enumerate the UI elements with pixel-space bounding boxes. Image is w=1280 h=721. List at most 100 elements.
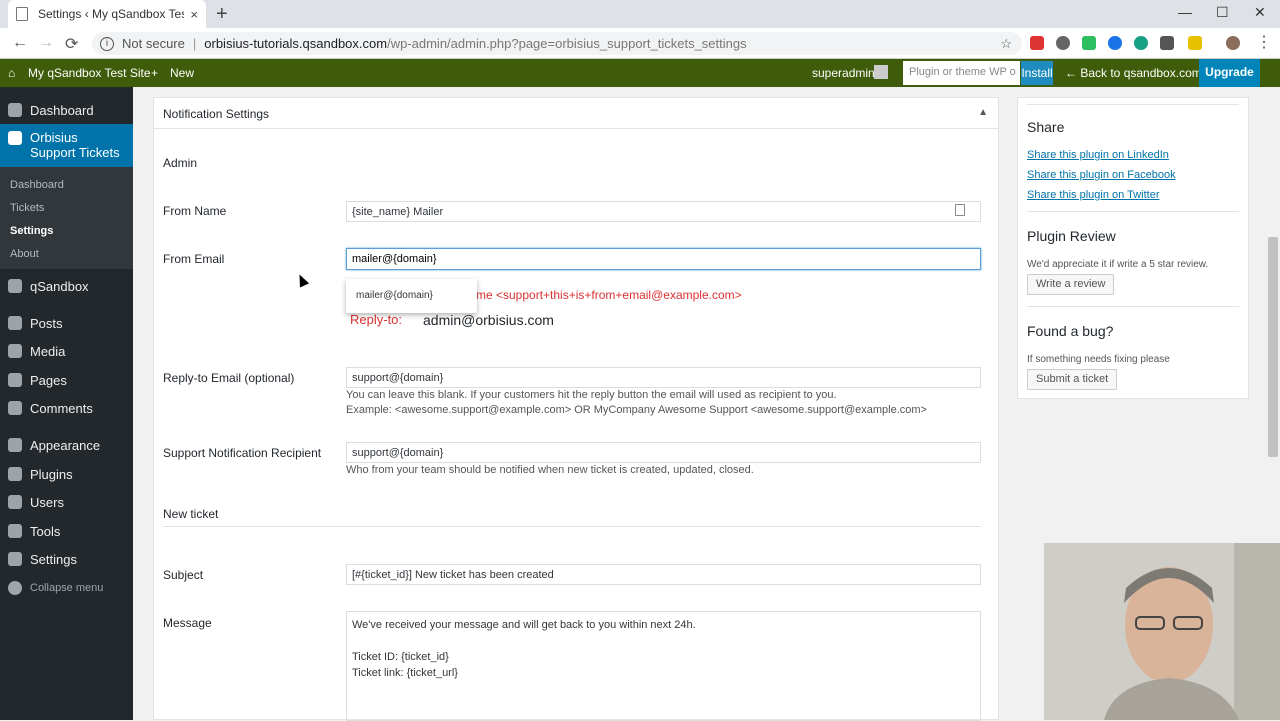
sidebar-item-pages[interactable]: Pages (0, 366, 133, 394)
sidebar-item-plugins[interactable]: Plugins (0, 460, 133, 488)
user-link[interactable]: superadmin (812, 66, 875, 80)
share-facebook-link[interactable]: Share this plugin on Facebook (1027, 169, 1176, 181)
sidebar-item-dashboard[interactable]: Dashboard (0, 96, 133, 124)
tab-title: Settings ‹ My qSandbox Test Site (38, 7, 185, 21)
submenu-settings[interactable]: Settings (10, 225, 53, 237)
profile-avatar[interactable] (1226, 36, 1240, 50)
collapse-menu-button[interactable]: Collapse menu (0, 574, 133, 602)
collapse-arrow-icon[interactable]: ▲ (978, 107, 988, 118)
found-bug-heading: Found a bug? (1027, 323, 1114, 339)
evernote-icon[interactable] (1082, 36, 1096, 50)
reply-to-label: Reply-to: (350, 312, 403, 327)
share-heading: Share (1027, 119, 1065, 135)
url-host: orbisius-tutorials.qsandbox.com (204, 36, 388, 51)
new-ticket-heading: New ticket (163, 507, 219, 521)
sidebar-item-orbisius-support-tickets[interactable]: Orbisius Support Tickets (0, 124, 133, 168)
extension-icon[interactable] (1108, 36, 1122, 50)
maximize-icon[interactable]: ☐ (1216, 4, 1229, 21)
browser-menu-icon[interactable]: ⋮ (1256, 32, 1272, 52)
from-email-field[interactable]: mailer@{domain} (346, 248, 981, 270)
upgrade-button[interactable]: Upgrade (1199, 59, 1260, 87)
new-plus-icon[interactable]: + (151, 66, 158, 80)
sidebar-item-settings[interactable]: Settings (0, 545, 133, 573)
settings-icon (8, 552, 22, 566)
submit-ticket-button[interactable]: Submit a ticket (1027, 369, 1118, 390)
url-field[interactable]: i Not secure | orbisius-tutorials.qsandb… (92, 32, 1022, 55)
sidebar-item-label: Tools (30, 523, 61, 539)
sidebar-item-media[interactable]: Media (0, 337, 133, 365)
media-icon (8, 344, 22, 358)
share-linkedin-link[interactable]: Share this plugin on LinkedIn (1027, 149, 1169, 161)
avatar[interactable] (874, 65, 888, 79)
sidebar-item-qsandbox[interactable]: qSandbox (0, 272, 133, 300)
url-separator: | (192, 36, 197, 51)
admin-heading: Admin (163, 156, 198, 170)
extension-icon[interactable] (1030, 36, 1044, 50)
from-name-field[interactable]: {site_name} Mailer (346, 201, 981, 222)
dashboard-icon (8, 103, 22, 117)
info-icon[interactable]: i (100, 36, 114, 51)
new-tab-icon[interactable]: + (216, 3, 228, 26)
reply-email-field[interactable]: support@{domain} (346, 367, 981, 388)
sidebar-item-label: Appearance (30, 437, 101, 453)
sidebar-item-posts[interactable]: Posts (0, 309, 133, 337)
minimize-icon[interactable]: — (1178, 4, 1192, 20)
comment-icon (8, 401, 22, 415)
collapse-icon (8, 581, 22, 595)
message-label: Message (163, 616, 212, 630)
pin-icon (8, 316, 22, 330)
recipient-description: Who from your team should be notified wh… (346, 464, 754, 476)
reply-email-example: Example: <awesome.support@example.com> O… (346, 404, 927, 416)
notification-settings-panel: Notification Settings ▲ Admin From Name … (153, 97, 999, 721)
write-review-button[interactable]: Write a review (1027, 274, 1115, 295)
sidebar-item-label: qSandbox (30, 278, 89, 294)
sidebar-item-label: Collapse menu (30, 582, 104, 594)
back-to-qsandbox-link[interactable]: ← Back to qsandbox.com (1065, 66, 1202, 80)
divider (1027, 306, 1239, 307)
review-text: We'd appreciate it if write a 5 star rev… (1027, 259, 1209, 270)
sidebar-item-users[interactable]: Users (0, 488, 133, 516)
browser-tab[interactable]: Settings ‹ My qSandbox Test Site × (8, 0, 206, 28)
wrench-icon (8, 524, 22, 538)
autofill-icon[interactable] (955, 204, 965, 216)
submenu-about[interactable]: About (10, 248, 39, 260)
back-icon[interactable]: ← (12, 34, 28, 52)
extension-gear-icon[interactable] (1056, 36, 1070, 50)
bookmark-star-icon[interactable]: ☆ (1000, 36, 1012, 52)
window-close-icon[interactable]: ✕ (1254, 4, 1266, 21)
right-sidebar-box: Share Share this plugin on LinkedIn Shar… (1017, 97, 1249, 399)
submenu-tickets[interactable]: Tickets (10, 202, 44, 214)
recipient-field[interactable]: support@{domain} (346, 442, 981, 463)
reply-email-description: You can leave this blank. If your custom… (346, 389, 837, 401)
message-textarea[interactable]: We've received your message and will get… (346, 611, 981, 721)
presenter-video-image (1044, 543, 1280, 720)
pocket-icon[interactable] (1160, 36, 1174, 50)
install-button[interactable]: Install (1021, 61, 1053, 85)
message-line: Ticket ID: {ticket_id} (352, 651, 449, 663)
reload-icon[interactable]: ⟳ (65, 34, 78, 54)
extension-icon[interactable] (1188, 36, 1202, 50)
panel-header[interactable]: Notification Settings ▲ (154, 98, 998, 129)
share-twitter-link[interactable]: Share this plugin on Twitter (1027, 189, 1159, 201)
new-link[interactable]: New (170, 66, 194, 80)
url-path: /wp-admin/admin.php?page=orbisius_suppor… (387, 36, 747, 51)
message-line: We've received your message and will get… (352, 619, 696, 631)
sidebar-item-tools[interactable]: Tools (0, 517, 133, 545)
scrollbar-thumb[interactable] (1268, 237, 1278, 457)
submenu-dashboard[interactable]: Dashboard (10, 179, 64, 191)
message-line: Ticket link: {ticket_url} (352, 667, 458, 679)
plugin-submenu: Dashboard Tickets Settings About (0, 167, 133, 269)
sidebar-item-comments[interactable]: Comments (0, 394, 133, 422)
sidebar-item-label: Plugins (30, 466, 73, 482)
divider (1027, 104, 1239, 105)
home-icon[interactable]: ⌂ (8, 66, 15, 80)
tab-close-icon[interactable]: × (190, 7, 198, 22)
forward-icon[interactable]: → (38, 34, 54, 52)
autocomplete-option[interactable]: mailer@{domain} (346, 279, 477, 313)
extension-icon[interactable] (1134, 36, 1148, 50)
sidebar-item-appearance[interactable]: Appearance (0, 431, 133, 459)
plugin-search-input[interactable]: Plugin or theme WP o (903, 61, 1020, 85)
site-name-link[interactable]: My qSandbox Test Site (28, 66, 151, 80)
plug-icon (8, 467, 22, 481)
subject-field[interactable]: [#{ticket_id}] New ticket has been creat… (346, 564, 981, 585)
